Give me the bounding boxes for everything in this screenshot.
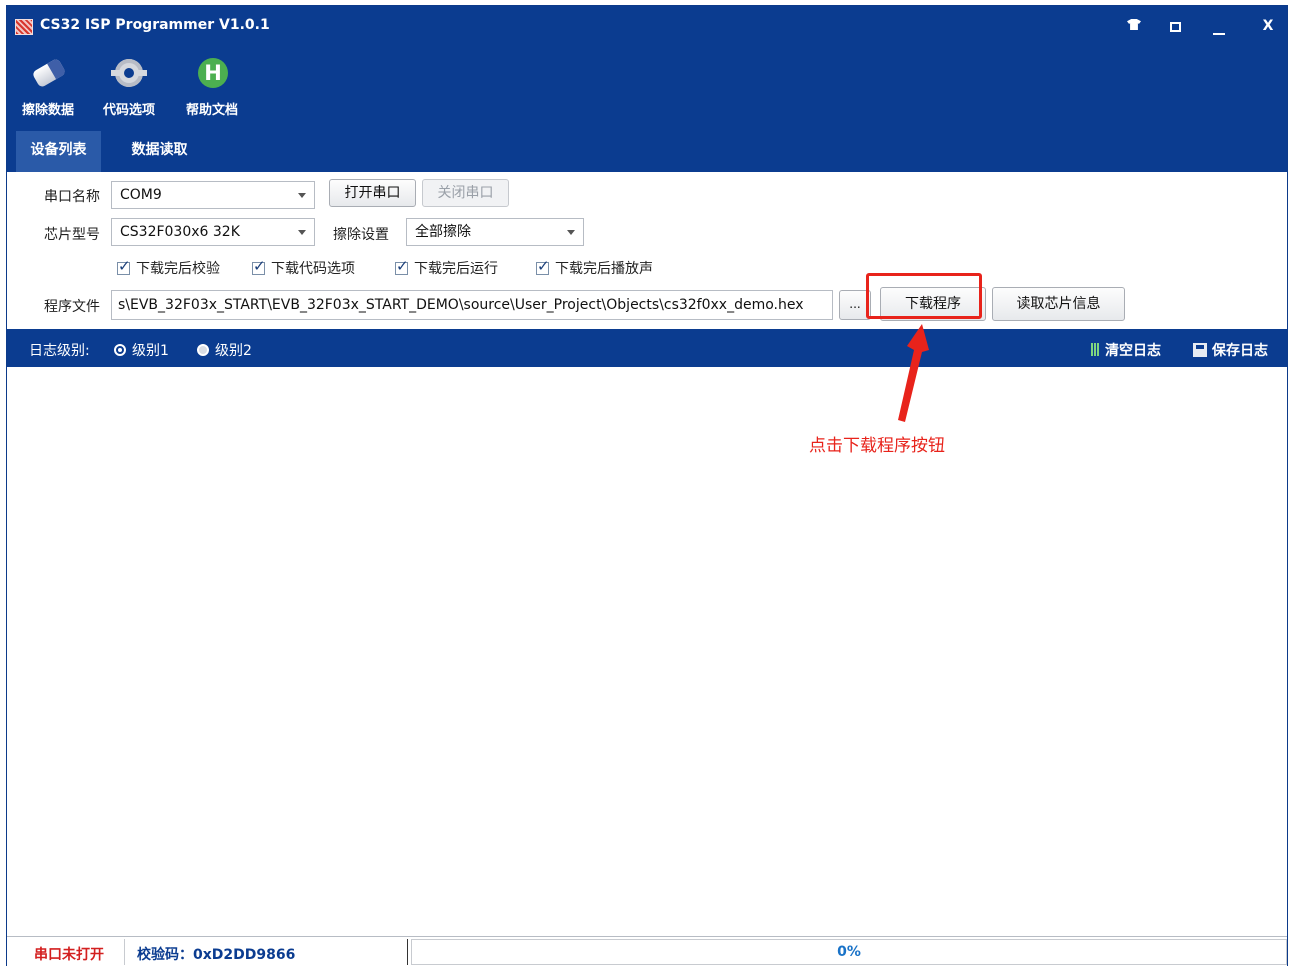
annotation-text: 点击下载程序按钮 <box>809 436 945 456</box>
annotation-arrow <box>898 324 929 422</box>
